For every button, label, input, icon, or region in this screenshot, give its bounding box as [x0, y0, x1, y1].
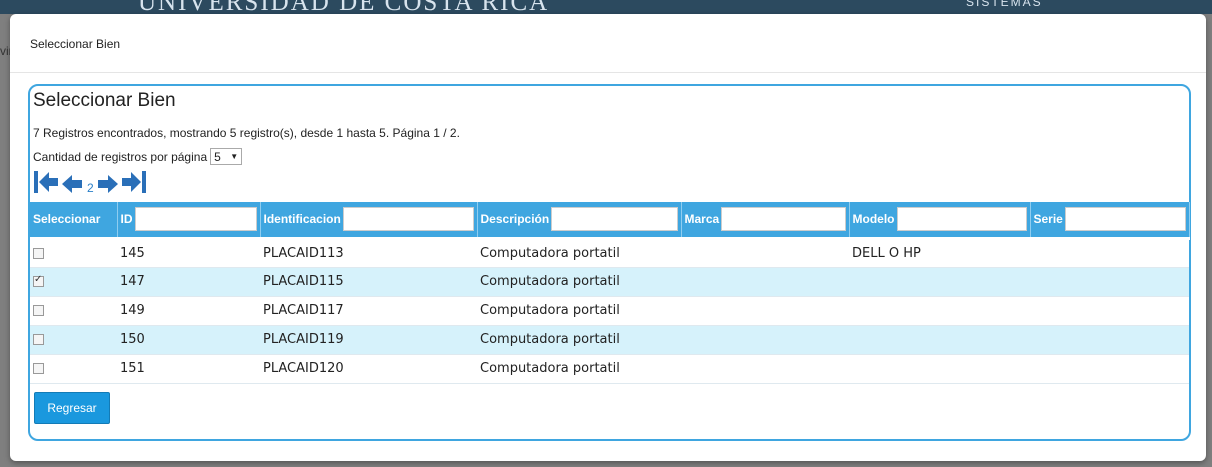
- cell-serie: [1030, 238, 1189, 268]
- cell-id: 150: [117, 325, 260, 355]
- cell-serie: [1030, 354, 1189, 384]
- table-row: 151 PLACAID120 Computadora portatil: [30, 354, 1189, 384]
- background-header: UNIVERSIDAD DE COSTA RICA SISTEMAS: [0, 0, 1212, 14]
- per-page-value: 5: [214, 149, 221, 164]
- cell-marca: [681, 267, 849, 297]
- column-header-identificacion: Identificacion: [260, 202, 478, 240]
- pagination: 2: [33, 168, 149, 194]
- cell-serie: [1030, 267, 1189, 297]
- cell-descripcion: Computadora portatil: [477, 267, 681, 297]
- cell-serie: [1030, 296, 1189, 326]
- row-checkbox[interactable]: [33, 247, 44, 259]
- header-subtitle: SISTEMAS: [966, 0, 1043, 9]
- column-header-descripcion: Descripción: [477, 202, 682, 240]
- panel-title: Seleccionar Bien: [33, 90, 176, 111]
- cell-descripcion: Computadora portatil: [477, 296, 681, 326]
- cell-serie: [1030, 325, 1189, 355]
- last-page-icon[interactable]: [121, 170, 147, 194]
- page-link[interactable]: 2: [87, 182, 94, 194]
- cell-modelo: DELL O HP: [849, 238, 1030, 268]
- column-header-modelo: Modelo: [849, 202, 1031, 240]
- per-page-label: Cantidad de registros por página: [33, 149, 208, 164]
- row-checkbox[interactable]: [33, 363, 44, 374]
- column-header-id: ID: [117, 202, 261, 240]
- cell-descripcion: Computadora portatil: [477, 354, 681, 384]
- filter-marca-input[interactable]: [721, 207, 846, 232]
- cell-id: 149: [117, 296, 260, 326]
- column-header-serie: Serie: [1030, 202, 1190, 240]
- cell-marca: [681, 354, 849, 384]
- filter-id-input[interactable]: [134, 207, 257, 232]
- select-item-modal: Seleccionar Bien Seleccionar Bien 7 Regi…: [10, 14, 1206, 461]
- column-label[interactable]: Modelo: [853, 212, 895, 226]
- items-table-wrapper: Seleccionar ID Identificacion Descripció…: [30, 202, 1190, 384]
- selection-panel: Seleccionar Bien 7 Registros encontrados…: [28, 84, 1191, 441]
- modal-divider: [10, 72, 1206, 73]
- table-row: 147 PLACAID115 Computadora portatil: [30, 267, 1189, 297]
- chevron-down-icon: ▼: [230, 152, 239, 161]
- column-label[interactable]: Serie: [1034, 212, 1063, 226]
- cell-id: 145: [117, 238, 260, 268]
- cell-modelo: [849, 296, 1030, 326]
- cell-modelo: [849, 325, 1030, 355]
- cell-identificacion: PLACAID113: [260, 238, 477, 268]
- cell-descripcion: Computadora portatil: [477, 325, 681, 355]
- row-checkbox[interactable]: [33, 274, 44, 287]
- cell-identificacion: PLACAID117: [260, 296, 477, 326]
- column-header-marca: Marca: [681, 202, 850, 240]
- university-title: UNIVERSIDAD DE COSTA RICA: [138, 0, 550, 14]
- cell-marca: [681, 325, 849, 355]
- cell-identificacion: PLACAID120: [260, 354, 477, 384]
- filter-identificacion-input[interactable]: [342, 207, 474, 232]
- records-summary: 7 Registros encontrados, mostrando 5 reg…: [33, 126, 460, 140]
- filter-serie-input[interactable]: [1064, 207, 1186, 232]
- modal-title: Seleccionar Bien: [30, 37, 121, 51]
- first-page-icon[interactable]: [33, 170, 59, 194]
- column-label[interactable]: Marca: [685, 212, 720, 226]
- table-header-row: Seleccionar ID Identificacion Descripció…: [30, 202, 1190, 240]
- per-page-select[interactable]: 5 ▼: [210, 148, 243, 165]
- column-label: Seleccionar: [33, 212, 101, 227]
- cell-modelo: [849, 354, 1030, 384]
- column-header-select: Seleccionar: [30, 202, 118, 240]
- cell-identificacion: PLACAID115: [260, 267, 477, 297]
- cell-modelo: [849, 267, 1030, 297]
- cell-marca: [681, 238, 849, 268]
- cell-descripcion: Computadora portatil: [477, 238, 681, 268]
- table-row: 149 PLACAID117 Computadora portatil: [30, 296, 1189, 326]
- cell-identificacion: PLACAID119: [260, 325, 477, 355]
- items-table: Seleccionar ID Identificacion Descripció…: [30, 202, 1190, 384]
- column-label[interactable]: Descripción: [481, 212, 550, 226]
- table-row: 150 PLACAID119 Computadora portatil: [30, 325, 1189, 355]
- cell-id: 151: [117, 354, 260, 384]
- cell-marca: [681, 296, 849, 326]
- previous-page-icon[interactable]: [61, 174, 83, 194]
- row-checkbox[interactable]: [33, 334, 44, 345]
- next-page-icon[interactable]: [97, 174, 119, 194]
- back-button[interactable]: Regresar: [34, 392, 110, 424]
- filter-modelo-input[interactable]: [896, 207, 1027, 232]
- column-label[interactable]: ID: [121, 212, 133, 226]
- column-label[interactable]: Identificacion: [264, 212, 341, 226]
- per-page-control: Cantidad de registros por página 5 ▼: [33, 148, 243, 165]
- row-checkbox[interactable]: [33, 305, 44, 316]
- table-row: 145 PLACAID113 Computadora portatil DELL…: [30, 238, 1189, 268]
- cell-id: 147: [117, 267, 260, 297]
- filter-descripcion-input[interactable]: [551, 207, 678, 232]
